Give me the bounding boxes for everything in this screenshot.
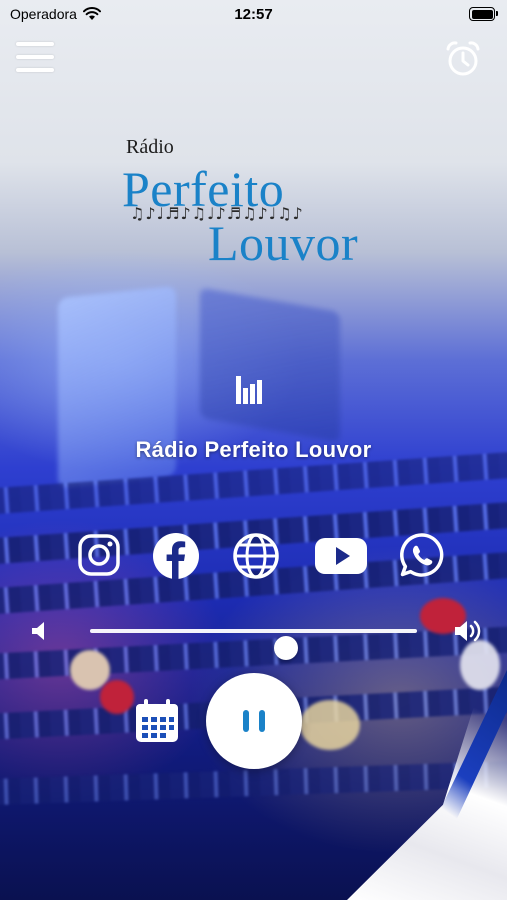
website-globe-icon: [233, 533, 279, 579]
facebook-icon: [153, 533, 199, 579]
hamburger-menu-icon: [16, 68, 54, 72]
whatsapp-button[interactable]: [399, 532, 445, 578]
hamburger-menu-icon: [16, 55, 54, 59]
logo-radio-text: Rádio: [126, 136, 174, 158]
instagram-button[interactable]: [76, 532, 122, 578]
alarm-clock-icon: [446, 41, 480, 76]
station-logo: Rádio Perfeito ♫♪♩♬♪♫♩♪♬♫♪♩♫♪ Louvor: [118, 134, 390, 274]
volume-slider-thumb[interactable]: [274, 636, 299, 660]
facebook-button[interactable]: [152, 532, 199, 579]
background-monitor-secondary: [200, 287, 340, 443]
alarm-button[interactable]: [445, 40, 481, 78]
instagram-icon: [78, 534, 120, 576]
play-pause-button[interactable]: [206, 673, 302, 769]
hamburger-menu-icon: [16, 42, 54, 46]
website-button[interactable]: [232, 532, 279, 579]
background-knob: [300, 700, 360, 750]
youtube-icon: [315, 538, 367, 574]
station-name: Rádio Perfeito Louvor: [135, 437, 372, 462]
menu-button[interactable]: [16, 42, 54, 78]
social-links: [76, 532, 446, 580]
battery-icon: [469, 7, 498, 21]
whatsapp-icon: [400, 533, 444, 577]
schedule-button[interactable]: [134, 698, 180, 744]
status-bar: Operadora 12:57: [0, 0, 507, 30]
youtube-button[interactable]: [314, 532, 368, 578]
equalizer-icon: [236, 376, 262, 404]
volume-slider-track[interactable]: [90, 629, 417, 660]
volume-low-icon[interactable]: [30, 620, 52, 642]
logo-word-louvor: Louvor: [208, 215, 359, 271]
background-knob: [100, 680, 134, 714]
volume-high-icon[interactable]: [453, 618, 485, 644]
status-clock: 12:57: [234, 6, 273, 23]
calendar-icon: [136, 699, 178, 742]
volume-control: [30, 612, 485, 660]
